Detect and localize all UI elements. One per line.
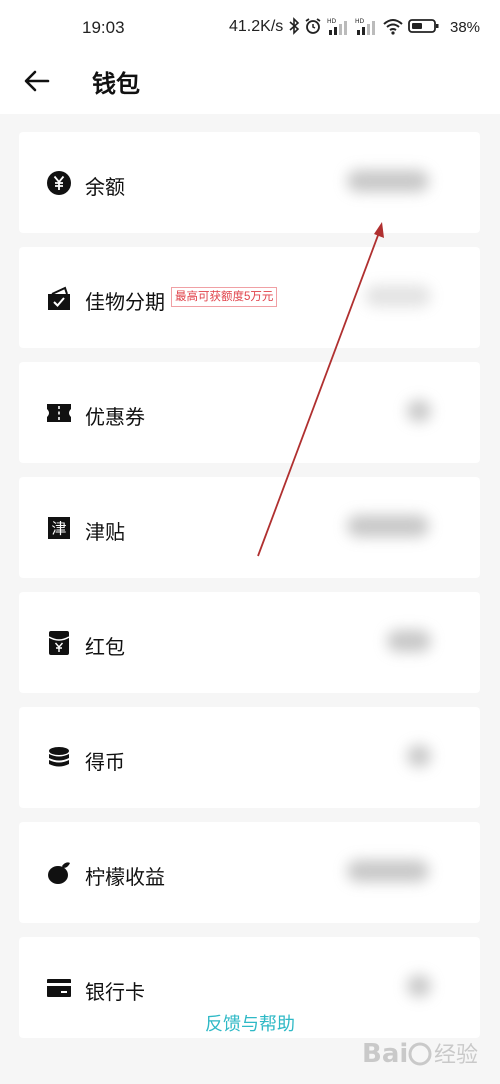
hidden-value [407,745,431,767]
allowance-icon-char: 津 [51,520,66,538]
wallet-item-lemon-earnings[interactable]: 柠檬收益 [19,822,480,923]
wallet-item-label: 余额 [85,177,125,199]
status-battery-percent: 38% [450,19,481,36]
status-bar: 19:03 41.2K/s HD HD 38% [0,0,500,58]
wallet-item-label: 银行卡 [85,982,145,1004]
wallet-item-red-packet[interactable]: 红包 [19,592,480,693]
svg-text:HD: HD [355,18,365,25]
bank-card-icon [46,975,72,1001]
wallet-item-label: 优惠券 [85,407,145,429]
page-title: 钱包 [92,71,140,98]
svg-text:Bai: Bai [362,1039,408,1069]
hidden-value [347,860,429,882]
svg-text:HD: HD [327,18,337,25]
allowance-icon: 津 [46,515,72,541]
wallet-item-label: 红包 [85,637,125,659]
signal-hd-icon: HD [354,16,378,41]
status-time: 19:03 [82,18,125,37]
back-button[interactable] [16,62,58,104]
ticket-icon [46,400,72,426]
wallet-item-label: 津贴 [85,522,125,544]
lemon-icon [46,860,72,886]
hidden-value [365,285,431,307]
signal-hd-icon: HD [326,16,350,41]
hidden-value [347,170,429,192]
red-packet-icon [46,630,72,656]
back-arrow-icon [24,70,50,97]
wallet-item-installment[interactable]: 佳物分期 最高可获额度5万元 [19,247,480,348]
wallet-item-label: 佳物分期 [85,292,165,314]
status-net-speed: 41.2K/s [229,18,284,35]
alarm-icon [304,17,322,40]
app-bar: 钱包 [0,58,500,114]
wallet-item-allowance[interactable]: 津 津贴 [19,477,480,578]
baidu-watermark-logo: Bai 经验 [360,1030,490,1076]
wifi-icon [382,17,404,40]
hidden-value [347,515,429,537]
credit-limit-badge: 最高可获额度5万元 [171,287,278,307]
hidden-value [387,630,431,652]
bag-check-icon [46,285,72,311]
wallet-item-coins[interactable]: 得币 [19,707,480,808]
status-icons: HD HD [288,16,440,40]
wallet-item-label: 得币 [85,752,125,774]
yen-coin-icon [46,170,72,196]
hidden-value [407,400,431,422]
wallet-item-coupons[interactable]: 优惠券 [19,362,480,463]
wallet-item-balance[interactable]: 余额 [19,132,480,233]
svg-text:经验: 经验 [434,1043,478,1068]
coin-stack-icon [46,745,72,771]
wallet-item-label: 柠檬收益 [85,867,165,889]
hidden-value [407,975,431,997]
battery-icon [408,18,440,39]
bluetooth-icon [288,16,300,40]
